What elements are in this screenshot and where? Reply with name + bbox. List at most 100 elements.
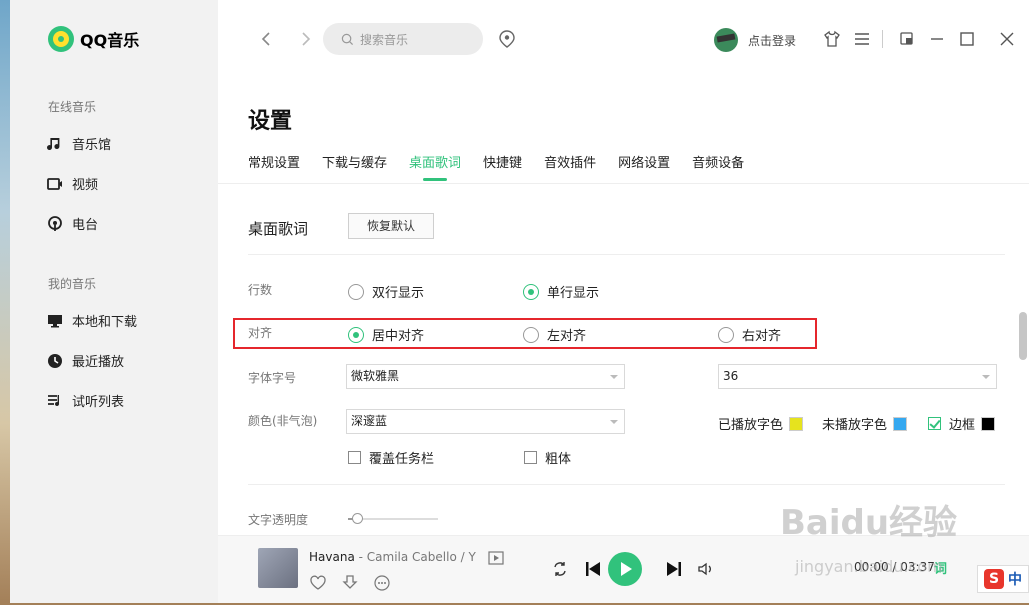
- tab-desktop-lyrics[interactable]: 桌面歌词: [409, 152, 461, 181]
- search-input[interactable]: 搜索音乐: [323, 23, 483, 55]
- menu-icon[interactable]: [853, 30, 871, 48]
- sidebar-item-trial-list[interactable]: 试听列表: [46, 391, 124, 410]
- divider: [248, 254, 1005, 255]
- download-icon[interactable]: [341, 574, 359, 592]
- next-icon[interactable]: [665, 560, 683, 578]
- song-title[interactable]: Havana: [309, 550, 355, 564]
- close-icon[interactable]: [998, 30, 1016, 48]
- radio-circle: [348, 283, 364, 300]
- tab-general[interactable]: 常规设置: [248, 152, 300, 181]
- chevron-left-icon: [261, 32, 270, 46]
- select-value: 深邃蓝: [351, 414, 388, 428]
- radio-align-center[interactable]: 居中对齐: [348, 325, 424, 344]
- radio-circle: [348, 326, 364, 343]
- music-note-icon: [47, 137, 60, 150]
- sidebar-item-label: 电台: [72, 218, 99, 233]
- volume-icon[interactable]: [697, 560, 715, 578]
- played-color-label: 已播放字色: [718, 418, 784, 433]
- border-checkbox[interactable]: 边框: [928, 414, 996, 433]
- page-title: 设置: [248, 109, 293, 134]
- cover-taskbar-checkbox[interactable]: 覆盖任务栏: [348, 448, 434, 467]
- tab-download-cache[interactable]: 下载与缓存: [322, 152, 387, 181]
- sogou-ime-icon: S: [984, 569, 1004, 589]
- sidebar-item-local-download[interactable]: 本地和下载: [46, 311, 137, 330]
- radio-label: 居中对齐: [372, 329, 425, 344]
- sidebar-item-label: 音乐馆: [72, 138, 112, 153]
- play-button[interactable]: [608, 552, 642, 586]
- tab-audio-device[interactable]: 音频设备: [692, 152, 744, 181]
- radio-align-left[interactable]: 左对齐: [523, 325, 586, 344]
- sidebar-section-online: 在线音乐: [48, 100, 97, 114]
- played-color-picker[interactable]: 已播放字色: [718, 414, 804, 433]
- song-artist[interactable]: Camila Cabello / Y: [367, 550, 476, 564]
- app-logo[interactable]: QQ音乐: [48, 26, 139, 52]
- avatar[interactable]: [714, 28, 738, 52]
- sidebar-section-mine: 我的音乐: [48, 277, 97, 291]
- unplayed-color-swatch[interactable]: [893, 416, 908, 431]
- ime-indicator[interactable]: S 中: [977, 565, 1029, 593]
- mv-icon[interactable]: [488, 551, 504, 565]
- border-label: 边框: [949, 418, 976, 433]
- border-color-swatch[interactable]: [981, 416, 996, 431]
- sidebar: QQ音乐 在线音乐 音乐馆 视频 电台 我的音乐 本地和下载 最近播放 试听列表: [10, 0, 218, 603]
- radio-circle: [718, 326, 734, 343]
- checkbox-label: 覆盖任务栏: [369, 452, 435, 467]
- unplayed-color-picker[interactable]: 未播放字色: [822, 414, 908, 433]
- radio-icon: [48, 215, 62, 231]
- toolbar-divider: [882, 30, 883, 48]
- tab-shortcuts[interactable]: 快捷键: [483, 152, 522, 181]
- radio-double-line[interactable]: 双行显示: [348, 282, 424, 301]
- font-family-select[interactable]: 微软雅黑: [346, 364, 625, 389]
- album-cover[interactable]: [258, 548, 298, 588]
- sidebar-item-radio[interactable]: 电台: [46, 214, 98, 233]
- font-size-select[interactable]: 36: [718, 364, 997, 389]
- search-placeholder: 搜索音乐: [360, 32, 409, 47]
- select-value: 微软雅黑: [351, 369, 400, 383]
- mini-mode-icon[interactable]: [898, 30, 916, 48]
- tab-sound-plugins[interactable]: 音效插件: [544, 152, 596, 181]
- lines-label: 行数: [248, 283, 273, 297]
- minimize-icon[interactable]: [928, 30, 946, 48]
- bold-checkbox[interactable]: 粗体: [524, 448, 571, 467]
- sidebar-item-label: 本地和下载: [72, 315, 138, 330]
- restore-default-button[interactable]: 恢复默认: [348, 213, 434, 239]
- more-icon[interactable]: [373, 574, 391, 592]
- sidebar-item-label: 试听列表: [72, 395, 125, 410]
- radio-circle: [523, 326, 539, 343]
- radio-single-line[interactable]: 单行显示: [523, 282, 599, 301]
- checkbox-label: 粗体: [545, 452, 572, 467]
- song-separator: -: [358, 550, 363, 564]
- loop-icon[interactable]: [551, 560, 569, 578]
- chevron-down-icon: [982, 375, 990, 379]
- played-color-swatch[interactable]: [789, 416, 804, 431]
- video-icon: [47, 177, 62, 190]
- forward-button[interactable]: [296, 30, 314, 48]
- sidebar-item-video[interactable]: 视频: [46, 174, 98, 193]
- heart-icon[interactable]: [309, 574, 327, 592]
- scrollbar[interactable]: [1019, 312, 1027, 360]
- maximize-icon[interactable]: [958, 30, 976, 48]
- app-name: QQ音乐: [80, 31, 140, 50]
- radio-label: 左对齐: [547, 329, 587, 344]
- opacity-slider[interactable]: [348, 513, 438, 524]
- color-scheme-select[interactable]: 深邃蓝: [346, 409, 625, 434]
- select-value: 36: [723, 369, 739, 383]
- back-button[interactable]: [258, 30, 276, 48]
- checkbox-box: [348, 451, 361, 464]
- voice-search-icon[interactable]: [498, 29, 516, 49]
- clock-icon: [48, 353, 62, 368]
- tab-network[interactable]: 网络设置: [618, 152, 670, 181]
- radio-label: 右对齐: [742, 329, 782, 344]
- settings-tabs: 常规设置 下载与缓存 桌面歌词 快捷键 音效插件 网络设置 音频设备: [248, 152, 766, 181]
- sidebar-item-recent[interactable]: 最近播放: [46, 351, 124, 370]
- settings-content: 桌面歌词 恢复默认 行数 双行显示 单行显示 对齐 居中对齐 左对齐 右对齐 字…: [218, 183, 1029, 535]
- skin-shirt-icon[interactable]: [823, 30, 841, 48]
- previous-icon[interactable]: [584, 560, 602, 578]
- radio-align-right[interactable]: 右对齐: [718, 325, 781, 344]
- qq-music-logo-icon: [48, 26, 74, 52]
- login-link[interactable]: 点击登录: [748, 32, 796, 49]
- monitor-icon: [48, 314, 62, 327]
- color-label: 颜色(非气泡): [248, 414, 318, 428]
- slider-handle[interactable]: [352, 513, 363, 524]
- sidebar-item-music-hall[interactable]: 音乐馆: [46, 134, 111, 153]
